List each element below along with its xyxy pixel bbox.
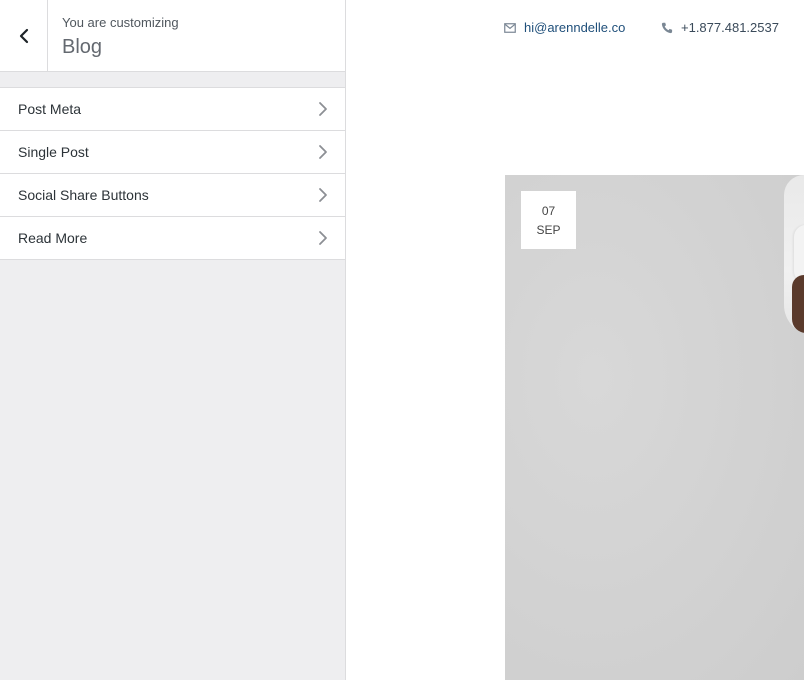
customizing-subtitle: You are customizing [62, 15, 179, 30]
section-item-single-post[interactable]: Single Post [0, 131, 345, 174]
envelope-icon [504, 23, 516, 33]
post-date-day: 07 [541, 204, 556, 218]
section-item-label: Read More [18, 230, 88, 246]
chevron-right-icon [319, 145, 327, 159]
phone-icon [661, 22, 673, 34]
chevron-right-icon [319, 102, 327, 116]
back-button[interactable] [0, 0, 48, 71]
header-email-text: hi@arenndelle.co [524, 20, 626, 35]
customizer-title-block: You are customizing Blog [62, 14, 179, 60]
chevron-right-icon [319, 188, 327, 202]
chevron-right-icon [319, 231, 327, 245]
post-date-month: SEP [536, 223, 561, 237]
image-figure-hand [792, 275, 804, 333]
customizer-section-list: Post Meta Single Post Social Share Butto… [0, 87, 345, 260]
header-phone-link[interactable]: +1.877.481.2537 [661, 19, 779, 37]
customizer-header: You are customizing Blog [0, 0, 345, 72]
header-phone-text: +1.877.481.2537 [681, 20, 779, 35]
section-item-label: Single Post [18, 144, 89, 160]
section-item-label: Social Share Buttons [18, 187, 149, 203]
post-date-badge: 07 SEP [521, 191, 576, 249]
section-item-social-share-buttons[interactable]: Social Share Buttons [0, 174, 345, 217]
section-item-label: Post Meta [18, 101, 82, 117]
section-item-read-more[interactable]: Read More [0, 217, 345, 260]
chevron-left-icon [19, 28, 29, 44]
section-item-post-meta[interactable]: Post Meta [0, 88, 345, 131]
header-email-link[interactable]: hi@arenndelle.co [504, 19, 625, 37]
panel-title: Blog [62, 36, 103, 58]
site-preview: hi@arenndelle.co +1.877.481.2537 07 SEP [346, 0, 804, 680]
customizer-sidebar: You are customizing Blog Post Meta Singl… [0, 0, 346, 680]
post-featured-image[interactable]: 07 SEP [505, 175, 804, 680]
